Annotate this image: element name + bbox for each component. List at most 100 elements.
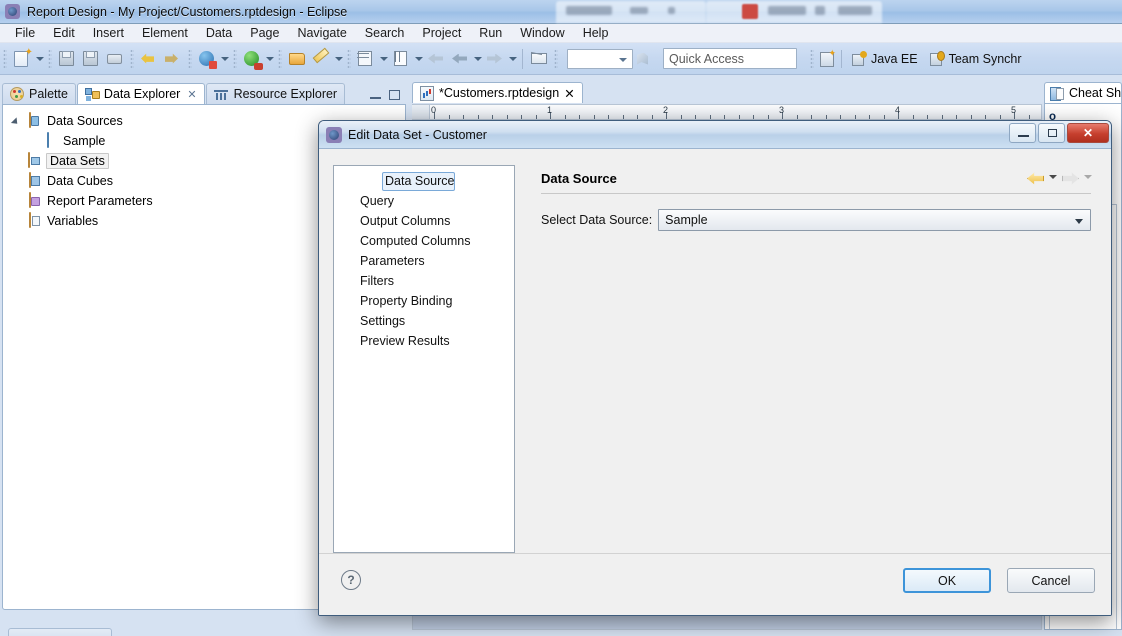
tab-data-explorer[interactable]: Data Explorer ✕ [76, 83, 205, 104]
format-dropdown-arrow[interactable] [333, 49, 344, 69]
tab-label-resource-explorer: Resource Explorer [233, 87, 338, 101]
tab-resource-explorer[interactable]: Resource Explorer [205, 83, 346, 104]
bottom-view-tab[interactable] [8, 628, 112, 636]
detail-nav-arrows [1025, 168, 1093, 186]
undo-icon[interactable] [139, 49, 159, 69]
toolbar-grip[interactable] [48, 48, 52, 69]
insert-grid-icon[interactable] [391, 49, 411, 69]
save-icon[interactable] [57, 49, 77, 69]
insert-table-dropdown-arrow[interactable] [378, 49, 389, 69]
toolbar-grip[interactable] [554, 48, 558, 69]
run-report-icon[interactable] [242, 49, 262, 69]
tab-palette[interactable]: Palette [2, 83, 76, 104]
menu-item-edit[interactable]: Edit [44, 24, 84, 43]
toolbar-grip[interactable] [130, 48, 134, 69]
back-icon[interactable] [426, 49, 446, 69]
menu-item-data[interactable]: Data [197, 24, 241, 43]
next-icon[interactable] [485, 49, 505, 69]
preview-dropdown-arrow[interactable] [219, 49, 230, 69]
forward-dropdown-arrow-icon[interactable] [1082, 168, 1093, 186]
nav-item-preview-results[interactable]: Preview Results [334, 331, 514, 351]
redo-icon[interactable] [163, 49, 183, 69]
dialog-content: Data Source Query Output Columns Compute… [319, 149, 1111, 615]
ruler-tick-minor [840, 115, 841, 119]
dialog-title: Edit Data Set - Customer [348, 127, 487, 142]
previous-dropdown-arrow[interactable] [472, 49, 483, 69]
format-brush-icon[interactable] [311, 49, 331, 69]
close-icon[interactable]: ✕ [187, 88, 196, 101]
ruler-corner [412, 105, 430, 119]
editor-tab-customers-rptdesign[interactable]: *Customers.rptdesign ✕ [412, 82, 583, 103]
help-button[interactable]: ? [341, 570, 361, 590]
preview-web-icon[interactable] [197, 49, 217, 69]
left-tab-row: Palette Data Explorer ✕ Resource Explore… [2, 82, 406, 104]
menu-item-file[interactable]: File [6, 24, 44, 43]
close-icon[interactable]: ✕ [1067, 123, 1109, 143]
tab-cheat-sheets[interactable]: Cheat Sheets [1044, 82, 1122, 103]
insert-table-icon[interactable] [356, 49, 376, 69]
back-dropdown-arrow-icon[interactable] [1047, 168, 1058, 186]
maximize-view-icon[interactable] [389, 90, 400, 100]
chevron-down-icon[interactable] [11, 115, 23, 127]
perspective-grip[interactable] [810, 48, 814, 69]
insert-grid-dropdown-arrow[interactable] [413, 49, 424, 69]
previous-icon[interactable] [450, 49, 470, 69]
ruler-tick-minor [535, 115, 537, 119]
horizontal-ruler[interactable]: 0 1 2 3 4 5 [412, 104, 1042, 120]
data-sets-icon [27, 152, 43, 169]
run-dropdown-arrow[interactable] [264, 49, 275, 69]
select-data-source-label: Select Data Source: [541, 213, 653, 227]
toolbar-grip[interactable] [3, 48, 7, 69]
perspective-icon[interactable] [635, 51, 651, 67]
ok-button[interactable]: OK [903, 568, 991, 593]
menu-item-run[interactable]: Run [470, 24, 511, 43]
close-icon[interactable]: ✕ [564, 86, 574, 101]
zoom-combo[interactable] [567, 48, 633, 69]
nav-item-filters[interactable]: Filters [334, 271, 514, 291]
print-icon[interactable] [105, 49, 125, 69]
nav-item-query[interactable]: Query [334, 191, 514, 211]
ruler-tick-minor [1028, 115, 1030, 119]
minimize-icon[interactable] [1009, 123, 1036, 143]
perspective-button-team-synchronizing[interactable]: Team Synchr [924, 49, 1028, 68]
menu-item-insert[interactable]: Insert [84, 24, 133, 43]
eclipse-gear-icon [326, 126, 342, 143]
tree-label: Report Parameters [47, 194, 153, 208]
cancel-button[interactable]: Cancel [1007, 568, 1095, 593]
nav-item-settings[interactable]: Settings [334, 311, 514, 331]
new-document-dropdown-arrow[interactable] [34, 49, 45, 69]
select-data-source-combo[interactable]: Sample [658, 209, 1091, 231]
toolbar-grip[interactable] [347, 48, 351, 69]
nav-item-data-source[interactable]: Data Source [382, 172, 456, 191]
menu-item-help[interactable]: Help [574, 24, 618, 43]
perspective-button-java-ee[interactable]: Java EE [846, 49, 924, 68]
toolbar-grip[interactable] [278, 48, 282, 69]
nav-item-parameters[interactable]: Parameters [334, 251, 514, 271]
ruler-tick-minor [521, 115, 522, 119]
menu-item-window[interactable]: Window [511, 24, 573, 43]
send-mail-icon[interactable] [529, 49, 549, 69]
menu-item-page[interactable]: Page [241, 24, 288, 43]
back-arrow-icon[interactable] [1025, 168, 1045, 186]
forward-arrow-icon[interactable] [1060, 168, 1080, 186]
menu-item-project[interactable]: Project [413, 24, 470, 43]
perspective-switcher: Java EE Team Synchr [807, 48, 1028, 69]
open-perspective-icon[interactable] [819, 48, 836, 67]
menu-item-search[interactable]: Search [356, 24, 414, 43]
ruler-tick-minor [477, 115, 479, 119]
new-document-icon[interactable] [12, 49, 32, 69]
nav-item-output-columns[interactable]: Output Columns [334, 211, 514, 231]
save-all-icon[interactable] [81, 49, 101, 69]
minimize-view-icon[interactable] [370, 91, 381, 100]
nav-item-computed-columns[interactable]: Computed Columns [334, 231, 514, 251]
quick-access-input[interactable]: Quick Access [663, 48, 797, 69]
maximize-icon[interactable] [1038, 123, 1065, 143]
nav-item-property-binding[interactable]: Property Binding [334, 291, 514, 311]
menu-item-navigate[interactable]: Navigate [288, 24, 355, 43]
next-dropdown-arrow[interactable] [507, 49, 518, 69]
toolbar-grip[interactable] [233, 48, 237, 69]
ruler-tick-minor [883, 115, 885, 119]
open-folder-icon[interactable] [287, 49, 307, 69]
menu-item-element[interactable]: Element [133, 24, 197, 43]
toolbar-grip[interactable] [188, 48, 192, 69]
